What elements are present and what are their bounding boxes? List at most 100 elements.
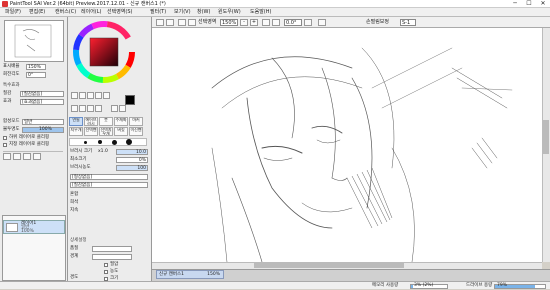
hand-tool-icon[interactable] bbox=[95, 92, 102, 99]
brush-watercolor[interactable]: 수채화 bbox=[114, 117, 128, 126]
undo-icon[interactable] bbox=[156, 19, 164, 26]
rect-select-icon[interactable] bbox=[71, 105, 78, 112]
edge-label: 경계 bbox=[70, 254, 79, 259]
brush-pencil[interactable]: 연필 bbox=[69, 117, 83, 126]
option1-checkbox[interactable] bbox=[104, 263, 108, 267]
document-tab-zoom: 150% bbox=[207, 272, 220, 277]
blend-mode-label: 합성모드 bbox=[3, 119, 20, 124]
blend-mode-select[interactable]: 일반 bbox=[22, 119, 64, 125]
menu-file[interactable]: 파일(F) bbox=[5, 8, 21, 17]
opacity-slider[interactable]: 100% bbox=[22, 127, 64, 133]
size-dot-2 bbox=[98, 140, 102, 144]
advanced-label: 상세설정 bbox=[70, 238, 87, 243]
option2-checkbox[interactable] bbox=[104, 270, 108, 274]
brush-size-slider[interactable]: 10.0 bbox=[116, 149, 148, 155]
merge-icon[interactable] bbox=[23, 153, 31, 160]
brush-selpen[interactable]: 선택펜 bbox=[84, 127, 98, 136]
zoom-field[interactable]: 150% bbox=[220, 19, 238, 26]
menu-layer[interactable]: 레이어(L) bbox=[81, 8, 102, 17]
menu-canvas[interactable]: 캔버스(C) bbox=[55, 8, 76, 17]
menu-selection[interactable]: 선택영역(S) bbox=[107, 8, 132, 17]
stabilizer-select[interactable]: S-1 bbox=[400, 19, 416, 26]
zoom-in-button[interactable]: + bbox=[250, 19, 258, 26]
lasso-icon[interactable] bbox=[79, 105, 86, 112]
brush-selerase[interactable]: 선택지우개 bbox=[99, 127, 113, 136]
menu-window[interactable]: 윈도우(W) bbox=[218, 8, 241, 17]
brush-marker[interactable]: 마커 bbox=[129, 117, 143, 126]
title-bar: PaintTool SAI Ver.2 (64bit) Preview.2017… bbox=[0, 0, 550, 8]
redo-icon[interactable] bbox=[166, 19, 174, 26]
move-tool-icon[interactable] bbox=[71, 92, 78, 99]
new-folder-icon[interactable] bbox=[13, 153, 21, 160]
layer-list: 레이어1 일반 100% bbox=[2, 215, 66, 281]
navigator-zoom-field[interactable]: 150% bbox=[26, 64, 46, 70]
brush-brush[interactable]: 붓 bbox=[99, 117, 113, 126]
foreground-color-swatch[interactable] bbox=[125, 95, 135, 105]
stabilizer-label: 손떨림보정 bbox=[366, 19, 390, 25]
edge-select[interactable] bbox=[92, 254, 132, 260]
eyedropper-icon[interactable] bbox=[103, 92, 110, 99]
menu-filter[interactable]: 필터(T) bbox=[150, 8, 166, 17]
brush-eraser[interactable]: 지우개 bbox=[69, 127, 83, 136]
layer-row[interactable]: 레이어1 일반 100% bbox=[3, 220, 65, 234]
delete-layer-icon[interactable] bbox=[33, 153, 41, 160]
navigator-angle-field[interactable]: 0° bbox=[26, 72, 46, 78]
horizontal-scroll-thumb[interactable] bbox=[254, 263, 404, 268]
layer-opacity: 100% bbox=[21, 229, 34, 234]
brush-bucket[interactable]: 버킷 bbox=[114, 127, 128, 136]
zoom-out-button[interactable]: - bbox=[240, 19, 248, 26]
rotate-tool-icon[interactable] bbox=[87, 92, 94, 99]
brush-texture-select[interactable]: [질감없음] bbox=[70, 182, 148, 188]
menu-view[interactable]: 보기(V) bbox=[174, 8, 191, 17]
drawing-canvas[interactable] bbox=[152, 28, 542, 262]
window-title: PaintTool SAI Ver.2 (64bit) Preview.2017… bbox=[10, 1, 166, 7]
menu-help[interactable]: 도움말(H) bbox=[250, 8, 271, 17]
rotate-right-icon[interactable] bbox=[272, 19, 280, 26]
quick-tools bbox=[71, 92, 111, 102]
close-button[interactable]: ✕ bbox=[536, 0, 550, 8]
menu-window-short[interactable]: 창(W) bbox=[197, 8, 210, 17]
transform-icon[interactable] bbox=[95, 105, 102, 112]
brush-shape-strip[interactable] bbox=[69, 138, 147, 146]
angle-field[interactable]: 0.0° bbox=[284, 19, 302, 26]
rotate-left-icon[interactable] bbox=[262, 19, 270, 26]
brush-size-label: 브러시 크기 bbox=[70, 149, 93, 154]
invert-selection-icon[interactable] bbox=[188, 19, 196, 26]
effect-select[interactable]: [효과없음] bbox=[20, 99, 64, 105]
effect-label: 효과 bbox=[3, 99, 12, 104]
reset-rotation-icon[interactable] bbox=[304, 19, 312, 26]
brush-binary[interactable]: 이진펜 bbox=[129, 127, 143, 136]
document-tab[interactable]: 신규 캔버스1 150% bbox=[156, 270, 224, 279]
new-layer-icon[interactable] bbox=[3, 153, 11, 160]
density-label: 브러시농도 bbox=[70, 165, 91, 170]
opacity-value: 100% bbox=[39, 127, 52, 132]
brush-shape-select[interactable]: [형상없음] bbox=[70, 174, 148, 180]
maximize-button[interactable]: ☐ bbox=[522, 0, 536, 8]
left-panel: 표시배율 150% 회전각도 0° 특수효과 질감 [질감없음] 효과 [효과없… bbox=[0, 17, 68, 281]
quality-select[interactable] bbox=[92, 246, 132, 252]
menu-bar: 파일(F) 편집(E) 캔버스(C) 레이어(L) 선택영역(S) 필터(T) … bbox=[0, 8, 550, 17]
deselect-icon[interactable] bbox=[178, 19, 186, 26]
brush-airbrush[interactable]: 에어브러시 bbox=[84, 117, 98, 126]
clip-checkbox[interactable] bbox=[3, 136, 7, 140]
minimize-button[interactable]: ─ bbox=[508, 0, 522, 8]
magic-wand-icon[interactable] bbox=[87, 105, 94, 112]
zoom-tool-icon[interactable] bbox=[79, 92, 86, 99]
flip-icon[interactable] bbox=[318, 19, 326, 26]
menu-edit[interactable]: 편집(E) bbox=[29, 8, 45, 17]
vertical-scroll-thumb[interactable] bbox=[543, 120, 549, 154]
tool-panel: 연필 에어브러시 붓 수채화 마커 지우개 선택펜 선택지우개 버킷 이진펜 브… bbox=[68, 17, 152, 288]
texture-select[interactable]: [질감없음] bbox=[20, 91, 64, 97]
effects-section-label: 특수효과 bbox=[3, 83, 20, 88]
blend-label: 혼합 bbox=[70, 192, 79, 197]
min-size-slider[interactable]: 0% bbox=[116, 157, 148, 163]
density-slider[interactable]: 100 bbox=[116, 165, 148, 171]
min-size-label: 최소크기 bbox=[70, 157, 87, 162]
selection-label: 선택영역 bbox=[198, 19, 217, 25]
navigator-preview[interactable] bbox=[4, 20, 64, 62]
select-source-checkbox[interactable] bbox=[3, 143, 7, 147]
pen-tool-icon[interactable] bbox=[111, 105, 118, 112]
color-wheel[interactable] bbox=[72, 20, 136, 84]
line-tool-icon[interactable] bbox=[119, 105, 126, 112]
document-tab-name: 신규 캔버스1 bbox=[159, 272, 184, 277]
